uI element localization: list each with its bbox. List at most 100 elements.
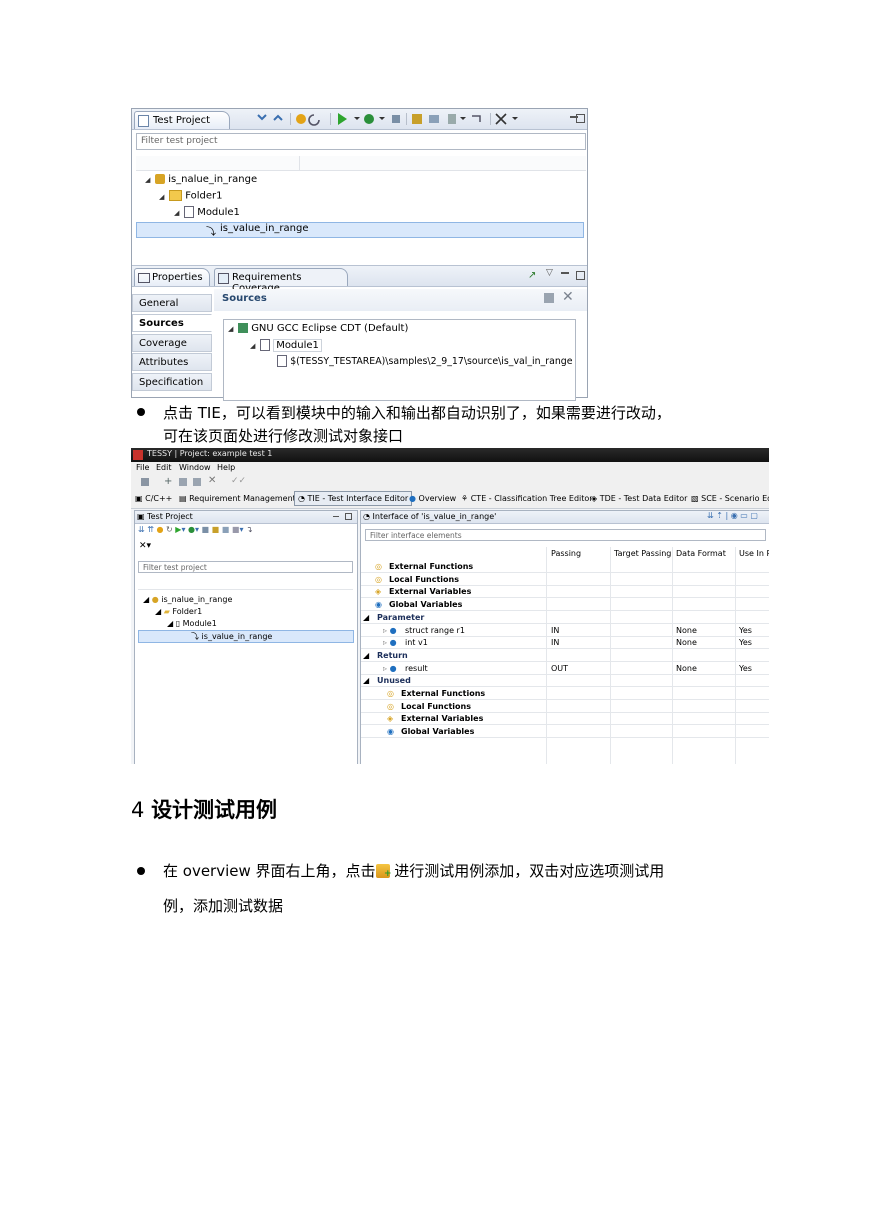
menu-edit[interactable]: Edit [156, 463, 172, 472]
tree-item-test-object[interactable]: ⤵ is_value_in_range [136, 222, 584, 238]
sources-tree-module[interactable]: ◢ Module1 [250, 339, 322, 352]
tree-item-project[interactable]: ◢ is_nalue_in_range [145, 174, 257, 185]
interface-toolbar[interactable]: ⇊ ⇡ | ◉ ▭ ▢ [707, 511, 758, 520]
pane-toolbar[interactable]: ⇊ ⇈ ● ↻ ▶▾ ●▾ ■ ■ ■ ■▾ ↴ [138, 525, 253, 534]
column-header-data-format[interactable]: Data Format [676, 549, 726, 558]
table-row[interactable]: ◎ External Functions [361, 561, 769, 573]
testcase-icon[interactable]: ■ [212, 525, 220, 534]
delete-icon[interactable]: ✕ [208, 475, 216, 486]
perspective-cte[interactable]: ⚘ CTE - Classification Tree Editor [461, 494, 593, 503]
paragraph-tie-line2: 可在该页面处进行修改测试对象接口 [163, 427, 404, 445]
column-header-use-in-report[interactable]: Use In R [739, 549, 769, 558]
table-row[interactable]: ▹ ● int v1 IN None Yes [361, 637, 769, 649]
save-icon[interactable] [141, 478, 149, 486]
check-icon[interactable]: ✓✓ [231, 476, 246, 486]
add-icon[interactable]: + [164, 476, 172, 487]
tree-column-header [138, 579, 353, 590]
run-icon[interactable]: ▶ [175, 525, 181, 534]
maximize-icon[interactable] [576, 114, 585, 123]
expand-icon[interactable]: ⇊ [138, 525, 145, 534]
table-row[interactable]: ◉ Global Variables [361, 599, 769, 611]
filter-icon[interactable]: ✕▾ [139, 541, 151, 551]
perspective-overview[interactable]: ● Overview [409, 494, 456, 503]
global-variable-icon: ◉ [387, 727, 394, 737]
filter-input[interactable]: Filter test project [138, 561, 353, 573]
expand-icon [257, 114, 267, 121]
side-tab-coverage[interactable]: Coverage [132, 334, 212, 352]
tree-item-module[interactable]: ◢ ▯ Module1 [167, 619, 217, 628]
tree-item-folder[interactable]: ◢ ▰ Folder1 [155, 607, 202, 616]
table-row[interactable]: ◎ External Functions [361, 688, 769, 700]
link-icon[interactable]: ↴ [246, 525, 253, 534]
tab-requirements-coverage[interactable]: Requirements Coverage [214, 268, 348, 294]
sources-tree-compiler[interactable]: ◢ GNU GCC Eclipse CDT (Default) [228, 323, 408, 334]
sources-tree-file[interactable]: $(TESSY_TESTAREA)\samples\2_9_17\source\… [277, 355, 573, 367]
expand-arrow-icon: ◢ [363, 650, 370, 660]
table-row[interactable]: ◎ Local Functions [361, 701, 769, 713]
maximize-icon[interactable] [345, 513, 352, 520]
table-row[interactable]: ◈ External Variables [361, 586, 769, 598]
maximize-icon[interactable] [576, 271, 585, 280]
perspective-tde[interactable]: ◈ TDE - Test Data Editor [591, 494, 687, 503]
perspective-requirements[interactable]: ▤ Requirement Management [179, 494, 296, 503]
tab-test-project[interactable]: ▣ Test Project [137, 512, 193, 521]
table-row[interactable]: ◈ External Variables [361, 713, 769, 725]
row-label: struct range r1 [405, 625, 465, 635]
side-tab-sources[interactable]: Sources [132, 314, 212, 332]
report-icon[interactable]: ■ [222, 525, 230, 534]
copy-icon[interactable] [179, 478, 187, 486]
table-row[interactable]: ◢ Parameter [361, 612, 769, 624]
menu-window[interactable]: Window [179, 463, 211, 472]
tab-interface[interactable]: ◔ Interface of 'is_value_in_range' [363, 512, 496, 521]
side-tab-specification[interactable]: Specification [132, 373, 212, 391]
label: Interface of 'is_value_in_range' [372, 512, 497, 521]
table-row[interactable]: ▹ ● result OUT None Yes [361, 663, 769, 675]
column-header-passing[interactable]: Passing [551, 549, 581, 558]
tab-properties[interactable]: Properties [134, 268, 210, 286]
refresh-icon[interactable]: ↻ [166, 525, 173, 534]
table-row[interactable]: ◉ Global Variables [361, 726, 769, 738]
perspective-sce[interactable]: ▧ SCE - Scenario Ed [691, 494, 769, 503]
coverage-icon[interactable]: ● [188, 525, 195, 534]
tab-test-project[interactable]: Test Project [134, 111, 230, 129]
row-label: Unused [377, 676, 411, 686]
column-header-target-passing[interactable]: Target Passing [614, 549, 671, 558]
paste-icon[interactable] [193, 478, 201, 486]
sources-header: Sources ✕ [214, 289, 587, 311]
pin-icon[interactable]: ↗ [528, 270, 536, 281]
tools-icon [392, 115, 400, 123]
table-row[interactable]: ◎ Local Functions [361, 574, 769, 586]
tree-label: Module1 [273, 339, 322, 352]
coverage-icon [364, 114, 374, 124]
menu-file[interactable]: File [136, 463, 149, 472]
minimize-icon[interactable] [333, 516, 339, 517]
add-source-icon[interactable] [544, 293, 554, 303]
tree-item-test-object[interactable]: ⤵ is_value_in_range [138, 630, 354, 643]
analyze-icon[interactable]: ● [157, 525, 164, 534]
module-icon [260, 339, 270, 351]
interface-filter-input[interactable]: Filter interface elements [365, 529, 766, 541]
tree-item-project[interactable]: ◢ ● is_nalue_in_range [143, 595, 232, 604]
filter-input[interactable]: Filter test project [136, 133, 586, 150]
minimize-icon[interactable] [561, 272, 569, 274]
tree-item-folder[interactable]: ◢ Folder1 [159, 190, 222, 202]
tools-icon[interactable]: ■ [202, 525, 210, 534]
tree-item-module[interactable]: ◢ Module1 [174, 206, 240, 218]
view-toolbar[interactable] [256, 112, 586, 126]
tree-label: is_nalue_in_range [161, 595, 233, 604]
table-row[interactable]: ◢ Return [361, 650, 769, 662]
table-row[interactable]: ▹ ● struct range r1 IN None Yes [361, 625, 769, 637]
menu-help[interactable]: Help [217, 463, 235, 472]
delete-icon[interactable]: ✕ [562, 289, 574, 305]
view-menu-icon[interactable]: ▽ [546, 268, 553, 278]
bullet [137, 867, 145, 875]
side-tab-attributes[interactable]: Attributes [132, 353, 212, 371]
collapse-icon[interactable]: ⇈ [147, 525, 154, 534]
document-icon[interactable]: ■ [232, 525, 240, 534]
row-data-format: None [676, 638, 697, 648]
table-row[interactable]: ◢ Unused [361, 675, 769, 687]
perspective-tie[interactable]: ◔ TIE - Test Interface Editor [294, 491, 413, 506]
new-testcase-icon: + [375, 864, 392, 879]
side-tab-general[interactable]: General [132, 294, 212, 312]
perspective-cpp[interactable]: ▣ C/C++ [135, 494, 172, 503]
